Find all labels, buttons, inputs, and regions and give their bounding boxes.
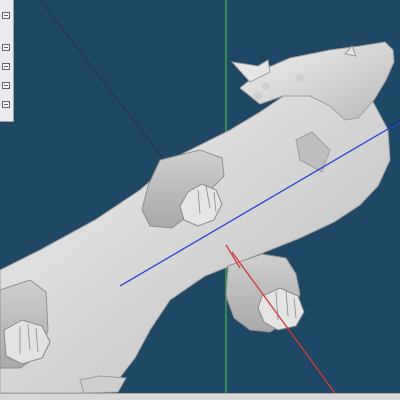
dog-collar-bump: [254, 92, 262, 100]
status-bar: [0, 393, 400, 400]
tool-icon[interactable]: [2, 44, 10, 51]
tool-icon[interactable]: [2, 12, 10, 19]
3d-viewport[interactable]: [0, 0, 400, 400]
tool-icon[interactable]: [2, 63, 10, 70]
dog-collar-bump: [296, 74, 304, 82]
dog-collar-bump: [262, 82, 270, 90]
dog-collar-bump: [338, 84, 346, 92]
tool-icon[interactable]: [2, 101, 10, 108]
tool-icon[interactable]: [2, 82, 10, 89]
dog-tail: [79, 375, 127, 394]
3d-scene[interactable]: [0, 0, 400, 400]
tool-panel: [0, 0, 14, 122]
